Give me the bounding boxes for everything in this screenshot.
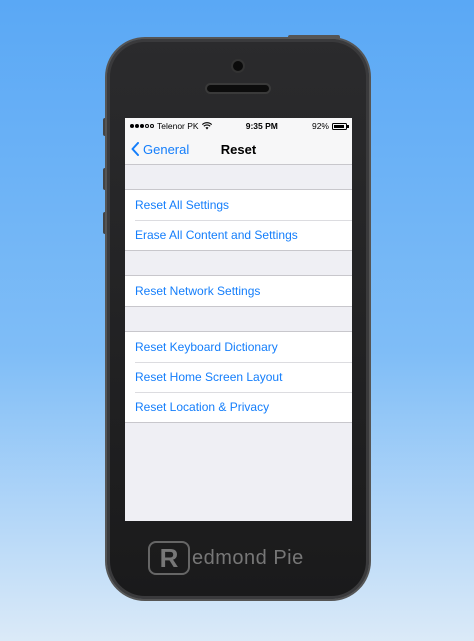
phone-screen: Telenor PK 9:35 PM 92% General Reset Res… (125, 118, 352, 521)
carrier-label: Telenor PK (157, 121, 199, 131)
erase-all-content-button[interactable]: Erase All Content and Settings (125, 220, 352, 250)
status-bar: Telenor PK 9:35 PM 92% (125, 118, 352, 134)
watermark-mark: R (148, 541, 190, 575)
settings-group-2: Reset Network Settings (125, 275, 352, 307)
battery-icon (331, 122, 349, 130)
settings-group-1: Reset All Settings Erase All Content and… (125, 189, 352, 251)
status-right: 92% (311, 121, 349, 131)
reset-location-privacy-button[interactable]: Reset Location & Privacy (125, 392, 352, 422)
wifi-icon (201, 122, 212, 130)
front-camera (233, 61, 243, 71)
back-label: General (143, 141, 190, 157)
back-button[interactable]: General (131, 134, 189, 164)
reset-keyboard-dictionary-button[interactable]: Reset Keyboard Dictionary (125, 332, 352, 362)
earpiece-speaker (207, 85, 269, 92)
reset-network-settings-button[interactable]: Reset Network Settings (125, 276, 352, 306)
reset-all-settings-button[interactable]: Reset All Settings (125, 190, 352, 220)
status-left: Telenor PK (130, 121, 212, 131)
watermark-text: edmond Pie (192, 546, 304, 569)
navigation-bar: General Reset (125, 134, 352, 165)
battery-percent: 92% (311, 121, 329, 131)
signal-icon (130, 124, 154, 128)
reset-home-screen-layout-button[interactable]: Reset Home Screen Layout (125, 362, 352, 392)
watermark-logo: R edmond Pie (148, 538, 323, 578)
status-time: 9:35 PM (245, 121, 278, 131)
settings-group-3: Reset Keyboard Dictionary Reset Home Scr… (125, 331, 352, 423)
chevron-left-icon (131, 142, 139, 156)
